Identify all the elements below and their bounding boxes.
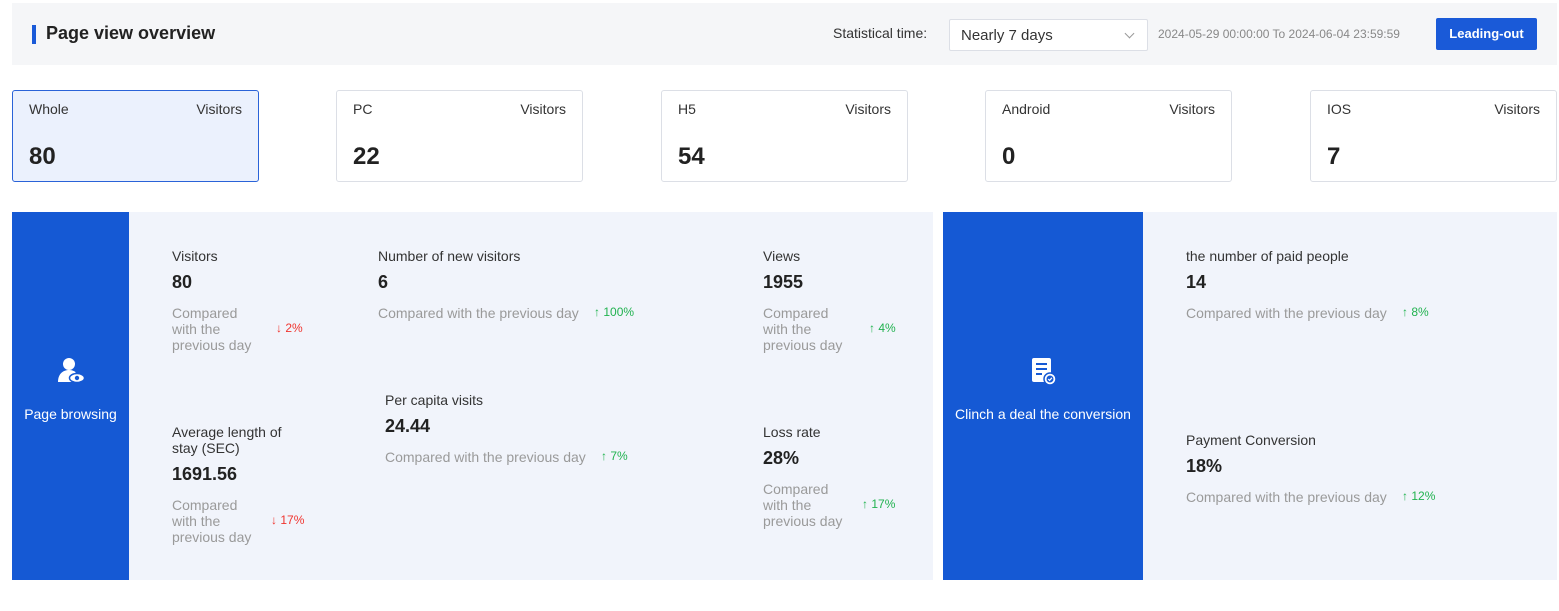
card-value: 80 <box>29 143 56 170</box>
metric-value: 6 <box>378 272 389 292</box>
metric-value: 28% <box>763 448 800 468</box>
metric-compare-text: Compared with the previous day <box>1186 305 1387 321</box>
card-value: 0 <box>1002 143 1016 170</box>
metric-value: 1955 <box>763 272 804 292</box>
metric-delta: ↑ 12% <box>1402 489 1436 503</box>
metric-value: 1691.56 <box>172 464 238 484</box>
card-label: Visitors <box>845 101 891 117</box>
metric-compare-text: Compared with the previous day <box>763 305 843 353</box>
page-title: Page view overview <box>46 23 216 43</box>
statistical-time-label: Statistical time: <box>833 25 928 41</box>
metric-delta: ↑ 4% <box>869 321 896 335</box>
card-name: H5 <box>678 101 696 117</box>
metric-delta: ↓ 17% <box>271 513 305 527</box>
card-label: Visitors <box>196 101 242 117</box>
metric-value: 14 <box>1186 272 1207 292</box>
card-name: PC <box>353 101 373 117</box>
metric-label: Number of new visitors <box>378 248 521 264</box>
card-label: Visitors <box>1494 101 1540 117</box>
arrow-up-icon: ↑ <box>594 305 600 319</box>
title-accent-bar <box>32 25 36 44</box>
time-range-select[interactable]: Nearly 7 days <box>949 19 1148 51</box>
metric-average-stay: Average length of stay (SEC) 1691.56 <box>172 424 297 485</box>
overview-header: Page view overview Statistical time: Nea… <box>12 3 1557 65</box>
card-android[interactable]: Android Visitors 0 <box>985 90 1232 182</box>
metric-label: Visitors <box>172 248 218 264</box>
card-name: IOS <box>1327 101 1352 117</box>
card-value: 54 <box>678 143 705 170</box>
page-browsing-panel: Visitors 80 Compared with the previous d… <box>129 212 933 580</box>
metric-paid-people: the number of paid people 14 <box>1186 248 1486 293</box>
card-label: Visitors <box>1169 101 1215 117</box>
metric-compare-text: Compared with the previous day <box>763 481 843 529</box>
metric-loss-rate: Loss rate 28% <box>763 424 913 469</box>
card-value: 7 <box>1327 143 1341 170</box>
metric-value: 24.44 <box>385 416 431 436</box>
metric-label: the number of paid people <box>1186 248 1349 264</box>
arrow-up-icon: ↑ <box>862 497 868 511</box>
page: Page view overview Statistical time: Nea… <box>0 0 1559 611</box>
metric-compare-text: Compared with the previous day <box>172 305 252 353</box>
metric-label: Payment Conversion <box>1186 432 1316 448</box>
conversion-panel: the number of paid people 14 Compared wi… <box>1143 212 1557 580</box>
user-eye-icon <box>57 358 85 384</box>
metric-value: 80 <box>172 272 193 292</box>
chevron-down-icon <box>1124 28 1135 39</box>
card-whole[interactable]: Whole Visitors 80 <box>12 90 259 182</box>
arrow-up-icon: ↑ <box>601 449 607 463</box>
metric-visitors: Visitors 80 <box>172 248 352 293</box>
metric-delta: ↑ 100% <box>594 305 635 319</box>
arrow-up-icon: ↑ <box>869 321 875 335</box>
conversion-sidebar: Clinch a deal the conversion <box>943 212 1143 580</box>
metric-compare-text: Compared with the previous day <box>1186 489 1387 505</box>
metric-label: Loss rate <box>763 424 821 440</box>
metric-compare-text: Compared with the previous day <box>385 449 586 465</box>
arrow-up-icon: ↑ <box>1402 305 1408 319</box>
metric-payment-conversion: Payment Conversion 18% <box>1186 432 1486 477</box>
conversion-title: Clinch a deal the conversion <box>955 406 1131 422</box>
card-value: 22 <box>353 143 380 170</box>
page-browsing-sidebar: Page browsing <box>12 212 129 580</box>
card-name: Whole <box>29 101 69 117</box>
arrow-down-icon: ↓ <box>271 513 277 527</box>
card-ios[interactable]: IOS Visitors 7 <box>1310 90 1557 182</box>
metric-delta: ↑ 17% <box>862 497 896 511</box>
metric-label: Views <box>763 248 801 264</box>
metric-delta: ↑ 7% <box>601 449 628 463</box>
date-range-text: 2024-05-29 00:00:00 To 2024-06-04 23:59:… <box>1158 27 1400 41</box>
card-label: Visitors <box>520 101 566 117</box>
leading-out-button[interactable]: Leading-out <box>1436 18 1537 50</box>
metric-delta: ↑ 8% <box>1402 305 1429 319</box>
metric-delta: ↓ 2% <box>276 321 303 335</box>
page-browsing-title: Page browsing <box>24 406 117 422</box>
metric-new-visitors: Number of new visitors 6 <box>378 248 678 293</box>
arrow-down-icon: ↓ <box>276 321 282 335</box>
metric-label: Per capita visits <box>385 392 484 408</box>
metric-per-capita-visits: Per capita visits 24.44 <box>385 392 635 437</box>
arrow-up-icon: ↑ <box>1402 489 1408 503</box>
card-h5[interactable]: H5 Visitors 54 <box>661 90 908 182</box>
document-check-icon <box>1032 358 1057 386</box>
card-name: Android <box>1002 101 1051 117</box>
metric-compare-text: Compared with the previous day <box>172 497 252 545</box>
metric-value: 18% <box>1186 456 1223 476</box>
metric-views: Views 1955 <box>763 248 913 293</box>
metric-compare-text: Compared with the previous day <box>378 305 579 321</box>
time-range-value: Nearly 7 days <box>961 27 1053 44</box>
metric-label: Average length of stay (SEC) <box>172 424 282 456</box>
card-pc[interactable]: PC Visitors 22 <box>336 90 583 182</box>
